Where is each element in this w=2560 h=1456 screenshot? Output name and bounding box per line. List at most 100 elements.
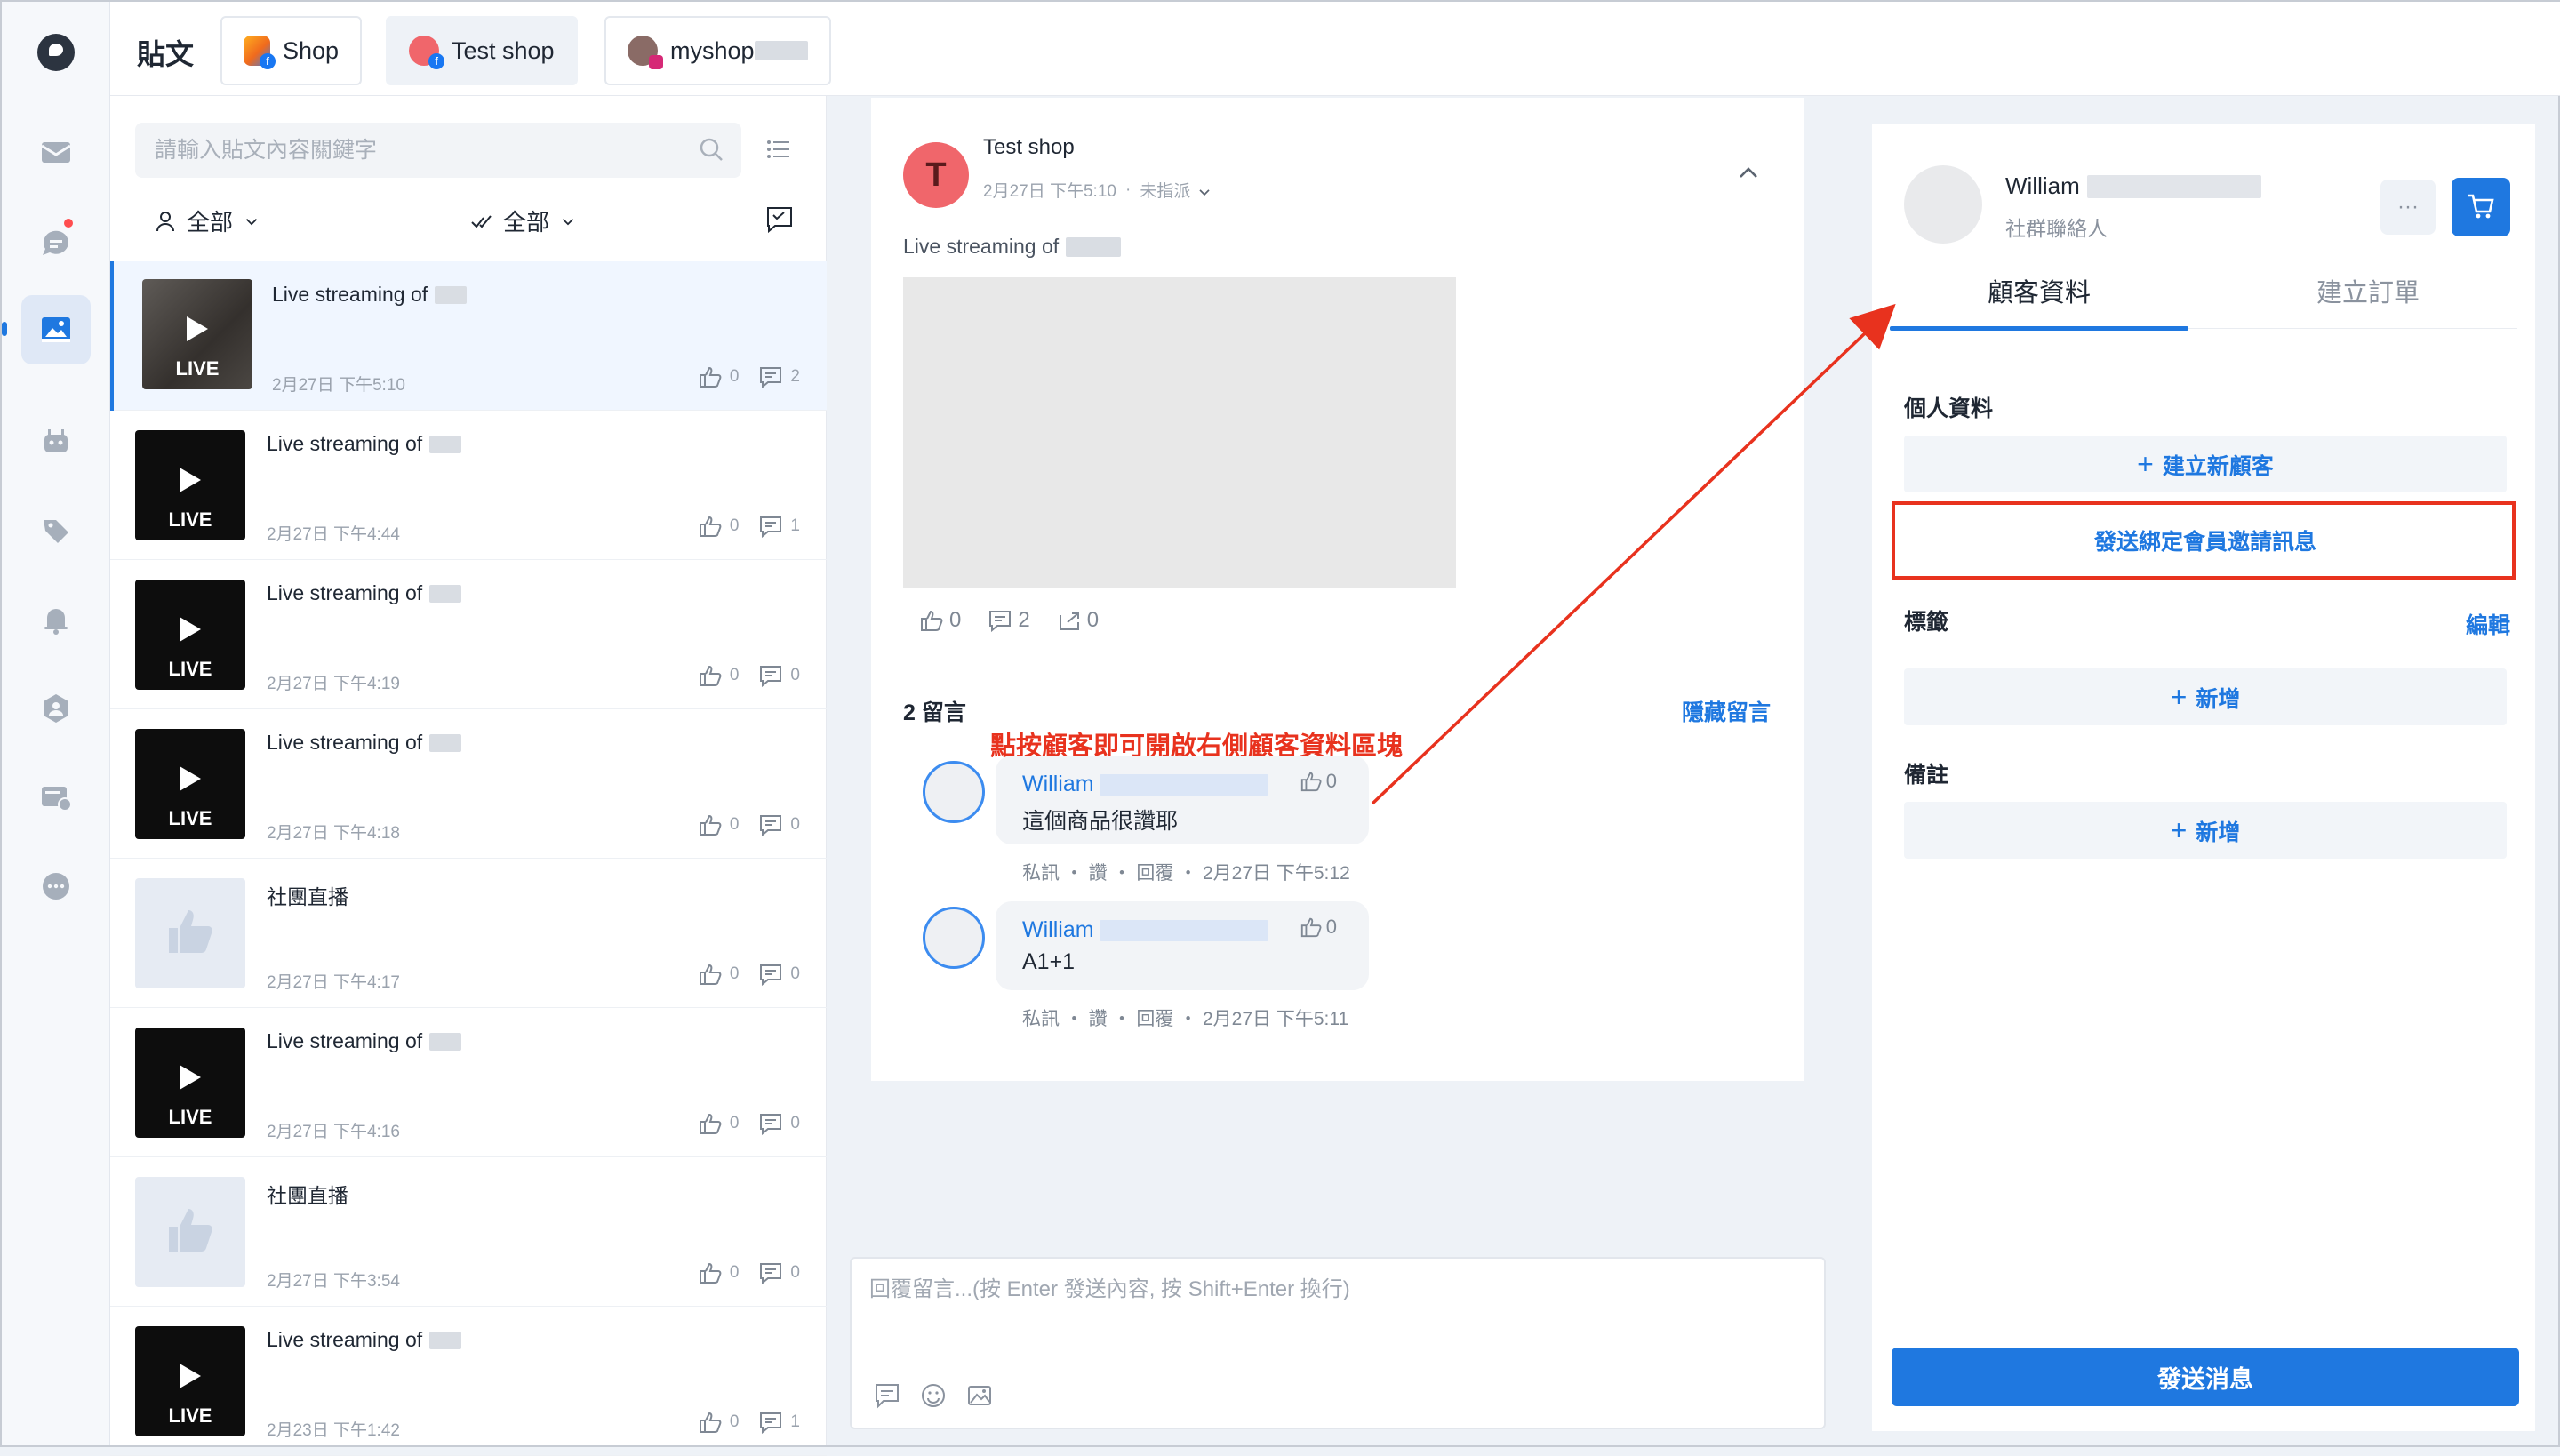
post-title-text: 社團直播 [267, 1184, 348, 1207]
tab-customer-info[interactable]: 顧客資料 [1890, 258, 2188, 331]
add-tag-button[interactable]: + 新增 [1904, 668, 2507, 725]
post-list-item[interactable]: LIVE Live streaming of 2月27日 下午4:18 0 0 [110, 709, 827, 859]
rail-inbox[interactable] [21, 117, 91, 187]
post-stats: 0 2 0 [919, 608, 1099, 633]
post-thumbnail [135, 878, 245, 988]
create-customer-button[interactable]: + 建立新顧客 [1904, 436, 2507, 492]
post-list-item[interactable]: 社團直播 2月27日 下午3:54 0 0 [110, 1157, 827, 1307]
post-list-item[interactable]: LIVE Live streaming of 2月23日 下午1:42 0 1 [110, 1307, 827, 1456]
commenter-name[interactable]: William [1022, 772, 1268, 797]
compose-icon[interactable] [764, 204, 795, 235]
author-avatar[interactable]: T [903, 142, 969, 208]
post-time: 2月27日 下午3:54 [267, 1272, 400, 1291]
customer-role: 社群聯絡人 [2005, 217, 2108, 240]
post-shares[interactable]: 0 [1057, 608, 1099, 633]
post-search-input[interactable] [135, 123, 741, 178]
more-options-button[interactable]: ··· [2380, 180, 2436, 235]
myshop-avatar-icon [628, 36, 663, 69]
post-list-item[interactable]: LIVE Live streaming of 2月27日 下午5:10 0 2 [110, 261, 827, 411]
notes-title: 備註 [1904, 763, 1949, 788]
thumbs-up-icon [1300, 917, 1322, 938]
post-comments[interactable]: 2 [988, 608, 1030, 633]
post-thumbnail: LIVE [135, 580, 245, 690]
bot-icon [44, 429, 68, 452]
thumbs-up-placeholder-icon [169, 1209, 212, 1252]
post-list-item[interactable]: LIVE Live streaming of 2月27日 下午4:19 0 0 [110, 560, 827, 709]
image-icon[interactable] [965, 1381, 994, 1410]
plus-icon: + [2170, 680, 2188, 713]
rail-chat[interactable] [21, 208, 91, 277]
post-time: 2月27日 下午5:10 [272, 376, 405, 395]
post-title: Live streaming of [267, 581, 462, 605]
tag-icon [44, 520, 68, 543]
channel-tab-myshop[interactable]: myshop [604, 16, 831, 85]
post-media[interactable] [903, 277, 1456, 588]
chevron-up-icon[interactable] [1733, 158, 1764, 188]
rail-tags[interactable] [21, 496, 91, 565]
rail-posts[interactable] [21, 295, 91, 364]
redacted-text [435, 285, 468, 304]
reply-input[interactable] [869, 1271, 1794, 1351]
commenter-avatar[interactable] [923, 907, 985, 969]
rail-more[interactable] [21, 852, 91, 921]
emoji-icon[interactable] [919, 1381, 948, 1410]
comment-icon [760, 666, 782, 688]
post-likes-count: 0 [729, 1263, 740, 1282]
post-likes-count: 0 [729, 666, 740, 684]
add-note-label: 新增 [2196, 820, 2241, 845]
post-title: Live streaming of [267, 432, 462, 456]
post-meta: 2月27日 下午5:10 · 未指派 [983, 178, 1213, 202]
comment-actions[interactable]: 私訊 ・ 讚 ・ 回覆 ・ 2月27日 下午5:11 [1022, 1004, 1348, 1031]
list-view-icon[interactable] [764, 135, 793, 164]
thumbs-up-icon [699, 1113, 722, 1134]
post-time: 2月27日 下午4:19 [267, 675, 400, 693]
quick-reply-icon[interactable] [873, 1381, 901, 1410]
rail-broadcast[interactable] [21, 763, 91, 832]
tab-create-order[interactable]: 建立訂單 [2219, 258, 2517, 329]
comment-bubble: William 0 這個商品很讚耶 [996, 756, 1369, 844]
comment-like[interactable]: 0 [1300, 770, 1337, 793]
comment-icon [760, 367, 782, 389]
thumbs-up-icon [699, 1412, 722, 1433]
post-detail: T Test shop 2月27日 下午5:10 · 未指派 Live stre… [871, 98, 1804, 1081]
post-time: 2月27日 下午4:16 [267, 1123, 400, 1141]
commenter-name-text: William [1022, 917, 1094, 942]
post-list-item[interactable]: LIVE Live streaming of 2月27日 下午4:16 0 0 [110, 1008, 827, 1157]
comment-actions[interactable]: 私訊 ・ 讚 ・ 回覆 ・ 2月27日 下午5:12 [1022, 859, 1350, 885]
rail-notifications[interactable] [21, 585, 91, 654]
add-note-button[interactable]: + 新增 [1904, 802, 2507, 859]
assign-dropdown[interactable]: 未指派 [1140, 178, 1212, 202]
double-check-icon [471, 214, 492, 228]
play-icon [180, 1065, 201, 1090]
cart-button[interactable] [2452, 178, 2510, 236]
redacted-text [429, 1032, 462, 1051]
post-title: 社團直播 [267, 1179, 348, 1209]
tags-edit-link[interactable]: 編輯 [2466, 608, 2510, 640]
post-likes[interactable]: 0 [919, 608, 961, 633]
hide-comments-link[interactable]: 隱藏留言 [1682, 695, 1771, 727]
rail-contacts[interactable] [21, 674, 91, 743]
app-logo-icon[interactable] [37, 34, 75, 71]
commenter-name[interactable]: William [1022, 917, 1268, 943]
status-filter[interactable]: 全部 [469, 204, 578, 237]
chevron-down-icon [562, 218, 574, 225]
live-label: LIVE [168, 658, 212, 680]
channel-tab-shop[interactable]: f Shop [220, 16, 363, 85]
post-list-item[interactable]: LIVE Live streaming of 2月27日 下午4:44 0 1 [110, 411, 827, 560]
post-stats: 00 [698, 663, 800, 688]
post-title: 社團直播 [267, 880, 348, 910]
rail-bot[interactable] [21, 407, 91, 476]
shop-logo-icon: f [244, 36, 276, 69]
channel-tab-test-shop[interactable]: f Test shop [386, 16, 578, 85]
add-tag-label: 新增 [2196, 686, 2241, 712]
assignee-filter[interactable]: 全部 [153, 204, 261, 237]
redacted-text [1066, 236, 1122, 257]
send-message-button[interactable]: 發送消息 [1892, 1348, 2519, 1406]
top-bar: 貼文 f Shop f Test shop myshop [110, 2, 2560, 96]
post-list-item[interactable]: 社團直播 2月27日 下午4:17 0 0 [110, 859, 827, 1008]
search-icon[interactable] [697, 135, 725, 164]
commenter-avatar[interactable] [923, 761, 985, 823]
comment-count: 2 留言 [903, 700, 966, 725]
play-icon [180, 1364, 201, 1388]
comment-like[interactable]: 0 [1300, 916, 1337, 939]
